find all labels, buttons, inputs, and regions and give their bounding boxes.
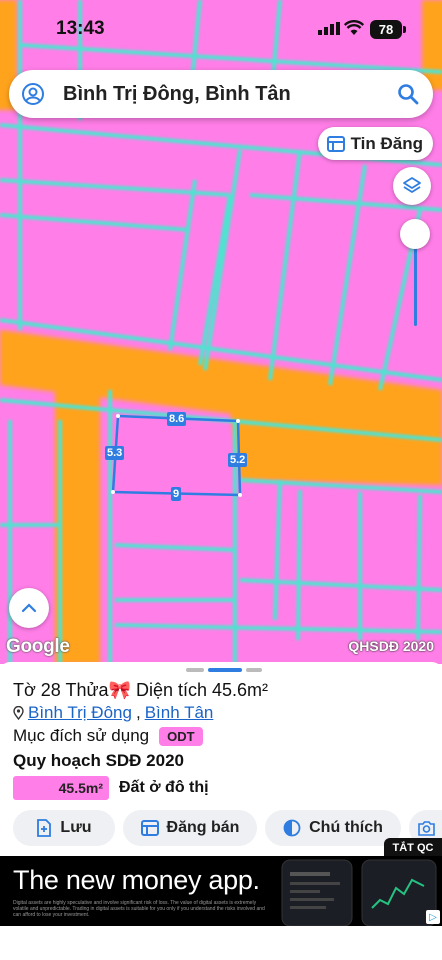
battery-indicator: 78: [370, 20, 406, 39]
status-time: 13:43: [56, 18, 105, 39]
legend-button[interactable]: Chú thích: [265, 810, 401, 846]
location-pin-icon: [13, 706, 24, 720]
user-profile-icon[interactable]: [21, 82, 45, 106]
expand-up-button[interactable]: [9, 588, 49, 628]
google-attribution: Google: [6, 636, 70, 657]
opacity-slider-thumb[interactable]: [400, 219, 430, 249]
save-button[interactable]: Lưu: [13, 810, 115, 846]
ad-banner[interactable]: The new money app. Digital assets are hi…: [0, 856, 442, 926]
district-link[interactable]: Bình Tân: [145, 703, 214, 723]
ad-headline[interactable]: The new money app.: [13, 865, 260, 896]
tin-dang-button[interactable]: Tin Đăng: [317, 127, 433, 160]
plan-title: Quy hoạch SDĐ 2020: [13, 751, 185, 770]
parcel-title: Tờ 28 Thửa🎀 Diện tích 45.6m²: [13, 680, 269, 700]
search-icon[interactable]: [397, 83, 419, 105]
sheet-handle[interactable]: [186, 668, 262, 672]
ward-link[interactable]: Bình Trị Đông: [28, 703, 132, 723]
listing-icon: [140, 820, 159, 836]
dimension-left: 5.3: [105, 446, 125, 460]
search-bar[interactable]: Bình Trị Đông, Bình Tân: [9, 70, 433, 118]
parcel-info-sheet[interactable]: Tờ 28 Thửa🎀 Diện tích 45.6m² Bình Trị Đô…: [0, 662, 442, 856]
purpose-code-badge: ODT: [159, 726, 203, 746]
dimension-bottom: 9: [171, 487, 182, 501]
parcel-address: Bình Trị Đông, Bình Tân: [13, 703, 213, 723]
legend-label: Chú thích: [309, 819, 383, 836]
layers-button[interactable]: [393, 167, 431, 205]
tin-dang-label: Tin Đăng: [350, 133, 423, 153]
cellular-signal-icon: [318, 22, 340, 35]
bottom-safe-area: [0, 926, 442, 960]
plan-row: 45.5m² Đất ở đô thị: [13, 776, 209, 800]
post-sale-label: Đăng bán: [166, 819, 240, 836]
action-buttons: Lưu Đăng bán Chú thích: [13, 810, 442, 846]
ad-info-icon[interactable]: ▷: [426, 910, 440, 924]
save-label: Lưu: [60, 819, 92, 836]
listing-icon: [326, 135, 345, 152]
status-bar: 13:43 78: [0, 0, 442, 56]
dimension-right: 5.2: [228, 453, 248, 467]
dimension-top: 8.6: [167, 412, 187, 426]
search-query[interactable]: Bình Trị Đông, Bình Tân: [63, 83, 397, 106]
chevron-up-icon: [21, 603, 37, 613]
save-doc-icon: [37, 819, 52, 837]
contrast-icon: [283, 819, 301, 837]
layer-name-label: QHSDĐ 2020: [348, 638, 434, 654]
layers-icon: [403, 177, 421, 193]
map-view[interactable]: 8.6 5.3 5.2 9 13:43 78 Bình Trị Đông, Bì…: [0, 0, 442, 664]
ad-phone-graphic: [281, 859, 437, 926]
post-sale-button[interactable]: Đăng bán: [123, 810, 257, 846]
plan-area-bar: 45.5m²: [13, 776, 109, 800]
close-ad-button[interactable]: TẮT QC: [384, 838, 442, 858]
ad-fine-print: Digital assets are highly speculative an…: [13, 900, 265, 918]
address-separator: ,: [135, 703, 141, 722]
plan-type-label: Đất ở đô thị: [119, 779, 209, 796]
land-use-row: Mục đích sử dụng ODT: [13, 726, 203, 746]
add-photo-icon: [418, 821, 435, 836]
wifi-icon: [344, 20, 364, 35]
purpose-label: Mục đích sử dụng: [13, 726, 150, 745]
